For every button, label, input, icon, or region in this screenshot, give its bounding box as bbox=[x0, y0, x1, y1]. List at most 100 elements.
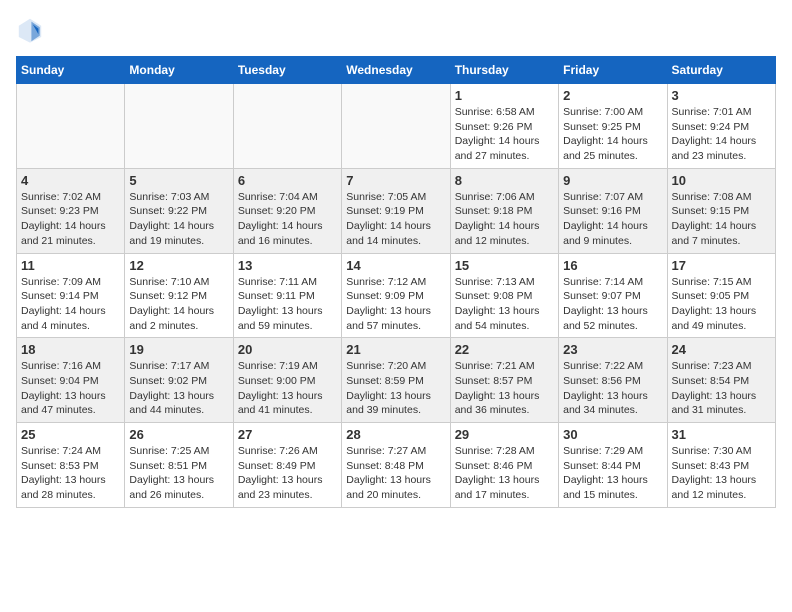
calendar-cell: 17 Sunrise: 7:15 AM Sunset: 9:05 PM Dayli… bbox=[667, 253, 775, 338]
day-info: Sunrise: 7:06 AM Sunset: 9:18 PM Dayligh… bbox=[455, 190, 554, 249]
calendar-week-row: 18Sunrise: 7:16 AM Sunset: 9:04 PM Dayli… bbox=[17, 338, 776, 423]
calendar-cell: 5 Sunrise: 7:03 AM Sunset: 9:22 PM Daylig… bbox=[125, 168, 233, 253]
calendar-cell: 3Sunrise: 7:01 AM Sunset: 9:24 PM Daylig… bbox=[667, 84, 775, 169]
calendar: SundayMondayTuesdayWednesdayThursdayFrid… bbox=[16, 56, 776, 508]
calendar-cell: 15 Sunrise: 7:13 AM Sunset: 9:08 PM Dayli… bbox=[450, 253, 558, 338]
calendar-cell: 8 Sunrise: 7:06 AM Sunset: 9:18 PM Daylig… bbox=[450, 168, 558, 253]
calendar-cell: 7Sunrise: 7:05 AM Sunset: 9:19 PM Daylig… bbox=[342, 168, 450, 253]
calendar-cell: 1 Sunrise: 6:58 AM Sunset: 9:26 PM Daylig… bbox=[450, 84, 558, 169]
day-info: Sunrise: 7:04 AM Sunset: 9:20 PM Dayligh… bbox=[238, 190, 337, 249]
day-info: Sunrise: 7:15 AM Sunset: 9:05 PM Dayligh… bbox=[672, 275, 771, 334]
calendar-header-row: SundayMondayTuesdayWednesdayThursdayFrid… bbox=[17, 57, 776, 84]
calendar-cell: 2 Sunrise: 7:00 AM Sunset: 9:25 PM Daylig… bbox=[559, 84, 667, 169]
day-number: 11 bbox=[21, 258, 120, 273]
day-info: Sunrise: 7:22 AM Sunset: 8:56 PM Dayligh… bbox=[563, 359, 662, 418]
day-number: 5 bbox=[129, 173, 228, 188]
weekday-header: Tuesday bbox=[233, 57, 341, 84]
day-number: 25 bbox=[21, 427, 120, 442]
day-number: 8 bbox=[455, 173, 554, 188]
weekday-header: Wednesday bbox=[342, 57, 450, 84]
day-info: Sunrise: 7:02 AM Sunset: 9:23 PM Dayligh… bbox=[21, 190, 120, 249]
day-info: Sunrise: 7:14 AM Sunset: 9:07 PM Dayligh… bbox=[563, 275, 662, 334]
day-number: 13 bbox=[238, 258, 337, 273]
day-info: Sunrise: 7:24 AM Sunset: 8:53 PM Dayligh… bbox=[21, 444, 120, 503]
day-info: Sunrise: 7:21 AM Sunset: 8:57 PM Dayligh… bbox=[455, 359, 554, 418]
day-info: Sunrise: 7:10 AM Sunset: 9:12 PM Dayligh… bbox=[129, 275, 228, 334]
calendar-cell bbox=[17, 84, 125, 169]
calendar-week-row: 4 Sunrise: 7:02 AM Sunset: 9:23 PM Daylig… bbox=[17, 168, 776, 253]
day-info: Sunrise: 7:20 AM Sunset: 8:59 PM Dayligh… bbox=[346, 359, 445, 418]
calendar-cell: 30 Sunrise: 7:29 AM Sunset: 8:44 PM Dayli… bbox=[559, 423, 667, 508]
calendar-cell: 25 Sunrise: 7:24 AM Sunset: 8:53 PM Dayli… bbox=[17, 423, 125, 508]
calendar-cell: 14 Sunrise: 7:12 AM Sunset: 9:09 PM Dayli… bbox=[342, 253, 450, 338]
day-number: 20 bbox=[238, 342, 337, 357]
weekday-header: Sunday bbox=[17, 57, 125, 84]
day-number: 14 bbox=[346, 258, 445, 273]
calendar-cell: 13 Sunrise: 7:11 AM Sunset: 9:11 PM Dayli… bbox=[233, 253, 341, 338]
day-number: 22 bbox=[455, 342, 554, 357]
calendar-cell: 11 Sunrise: 7:09 AM Sunset: 9:14 PM Dayli… bbox=[17, 253, 125, 338]
day-info: Sunrise: 7:13 AM Sunset: 9:08 PM Dayligh… bbox=[455, 275, 554, 334]
day-info: Sunrise: 7:11 AM Sunset: 9:11 PM Dayligh… bbox=[238, 275, 337, 334]
calendar-cell: 10 Sunrise: 7:08 AM Sunset: 9:15 PM Dayli… bbox=[667, 168, 775, 253]
day-number: 3 bbox=[672, 88, 771, 103]
calendar-cell: 26 Sunrise: 7:25 AM Sunset: 8:51 PM Dayli… bbox=[125, 423, 233, 508]
day-number: 2 bbox=[563, 88, 662, 103]
day-info: Sunrise: 7:23 AM Sunset: 8:54 PM Dayligh… bbox=[672, 359, 771, 418]
calendar-cell: 21 Sunrise: 7:20 AM Sunset: 8:59 PM Dayli… bbox=[342, 338, 450, 423]
day-number: 27 bbox=[238, 427, 337, 442]
calendar-week-row: 1 Sunrise: 6:58 AM Sunset: 9:26 PM Daylig… bbox=[17, 84, 776, 169]
calendar-cell: 27 Sunrise: 7:26 AM Sunset: 8:49 PM Dayli… bbox=[233, 423, 341, 508]
day-number: 31 bbox=[672, 427, 771, 442]
weekday-header: Thursday bbox=[450, 57, 558, 84]
calendar-cell: 22 Sunrise: 7:21 AM Sunset: 8:57 PM Dayli… bbox=[450, 338, 558, 423]
day-number: 10 bbox=[672, 173, 771, 188]
day-number: 15 bbox=[455, 258, 554, 273]
day-number: 9 bbox=[563, 173, 662, 188]
calendar-cell: 29Sunrise: 7:28 AM Sunset: 8:46 PM Dayli… bbox=[450, 423, 558, 508]
calendar-cell: 24Sunrise: 7:23 AM Sunset: 8:54 PM Dayli… bbox=[667, 338, 775, 423]
day-info: Sunrise: 7:29 AM Sunset: 8:44 PM Dayligh… bbox=[563, 444, 662, 503]
calendar-cell: 19 Sunrise: 7:17 AM Sunset: 9:02 PM Dayli… bbox=[125, 338, 233, 423]
day-info: Sunrise: 7:25 AM Sunset: 8:51 PM Dayligh… bbox=[129, 444, 228, 503]
day-info: Sunrise: 7:00 AM Sunset: 9:25 PM Dayligh… bbox=[563, 105, 662, 164]
day-number: 30 bbox=[563, 427, 662, 442]
day-number: 4 bbox=[21, 173, 120, 188]
calendar-cell: 18Sunrise: 7:16 AM Sunset: 9:04 PM Dayli… bbox=[17, 338, 125, 423]
calendar-cell: 28Sunrise: 7:27 AM Sunset: 8:48 PM Dayli… bbox=[342, 423, 450, 508]
day-info: Sunrise: 7:08 AM Sunset: 9:15 PM Dayligh… bbox=[672, 190, 771, 249]
calendar-cell: 12 Sunrise: 7:10 AM Sunset: 9:12 PM Dayli… bbox=[125, 253, 233, 338]
calendar-cell: 6 Sunrise: 7:04 AM Sunset: 9:20 PM Daylig… bbox=[233, 168, 341, 253]
day-info: Sunrise: 7:17 AM Sunset: 9:02 PM Dayligh… bbox=[129, 359, 228, 418]
day-number: 17 bbox=[672, 258, 771, 273]
day-number: 16 bbox=[563, 258, 662, 273]
calendar-cell bbox=[233, 84, 341, 169]
calendar-cell: 23Sunrise: 7:22 AM Sunset: 8:56 PM Dayli… bbox=[559, 338, 667, 423]
day-number: 18 bbox=[21, 342, 120, 357]
calendar-cell: 20 Sunrise: 7:19 AM Sunset: 9:00 PM Dayli… bbox=[233, 338, 341, 423]
day-number: 1 bbox=[455, 88, 554, 103]
calendar-cell bbox=[125, 84, 233, 169]
day-info: Sunrise: 7:26 AM Sunset: 8:49 PM Dayligh… bbox=[238, 444, 337, 503]
calendar-cell: 31Sunrise: 7:30 AM Sunset: 8:43 PM Dayli… bbox=[667, 423, 775, 508]
day-info: Sunrise: 7:12 AM Sunset: 9:09 PM Dayligh… bbox=[346, 275, 445, 334]
day-info: Sunrise: 7:05 AM Sunset: 9:19 PM Dayligh… bbox=[346, 190, 445, 249]
weekday-header: Saturday bbox=[667, 57, 775, 84]
day-info: Sunrise: 7:03 AM Sunset: 9:22 PM Dayligh… bbox=[129, 190, 228, 249]
day-number: 12 bbox=[129, 258, 228, 273]
day-info: Sunrise: 7:07 AM Sunset: 9:16 PM Dayligh… bbox=[563, 190, 662, 249]
calendar-cell bbox=[342, 84, 450, 169]
day-number: 6 bbox=[238, 173, 337, 188]
weekday-header: Monday bbox=[125, 57, 233, 84]
weekday-header: Friday bbox=[559, 57, 667, 84]
day-info: Sunrise: 7:09 AM Sunset: 9:14 PM Dayligh… bbox=[21, 275, 120, 334]
day-info: Sunrise: 7:28 AM Sunset: 8:46 PM Dayligh… bbox=[455, 444, 554, 503]
calendar-cell: 4 Sunrise: 7:02 AM Sunset: 9:23 PM Daylig… bbox=[17, 168, 125, 253]
day-info: Sunrise: 6:58 AM Sunset: 9:26 PM Dayligh… bbox=[455, 105, 554, 164]
calendar-week-row: 11 Sunrise: 7:09 AM Sunset: 9:14 PM Dayli… bbox=[17, 253, 776, 338]
day-number: 26 bbox=[129, 427, 228, 442]
day-number: 19 bbox=[129, 342, 228, 357]
day-info: Sunrise: 7:19 AM Sunset: 9:00 PM Dayligh… bbox=[238, 359, 337, 418]
calendar-cell: 16 Sunrise: 7:14 AM Sunset: 9:07 PM Dayli… bbox=[559, 253, 667, 338]
day-number: 21 bbox=[346, 342, 445, 357]
